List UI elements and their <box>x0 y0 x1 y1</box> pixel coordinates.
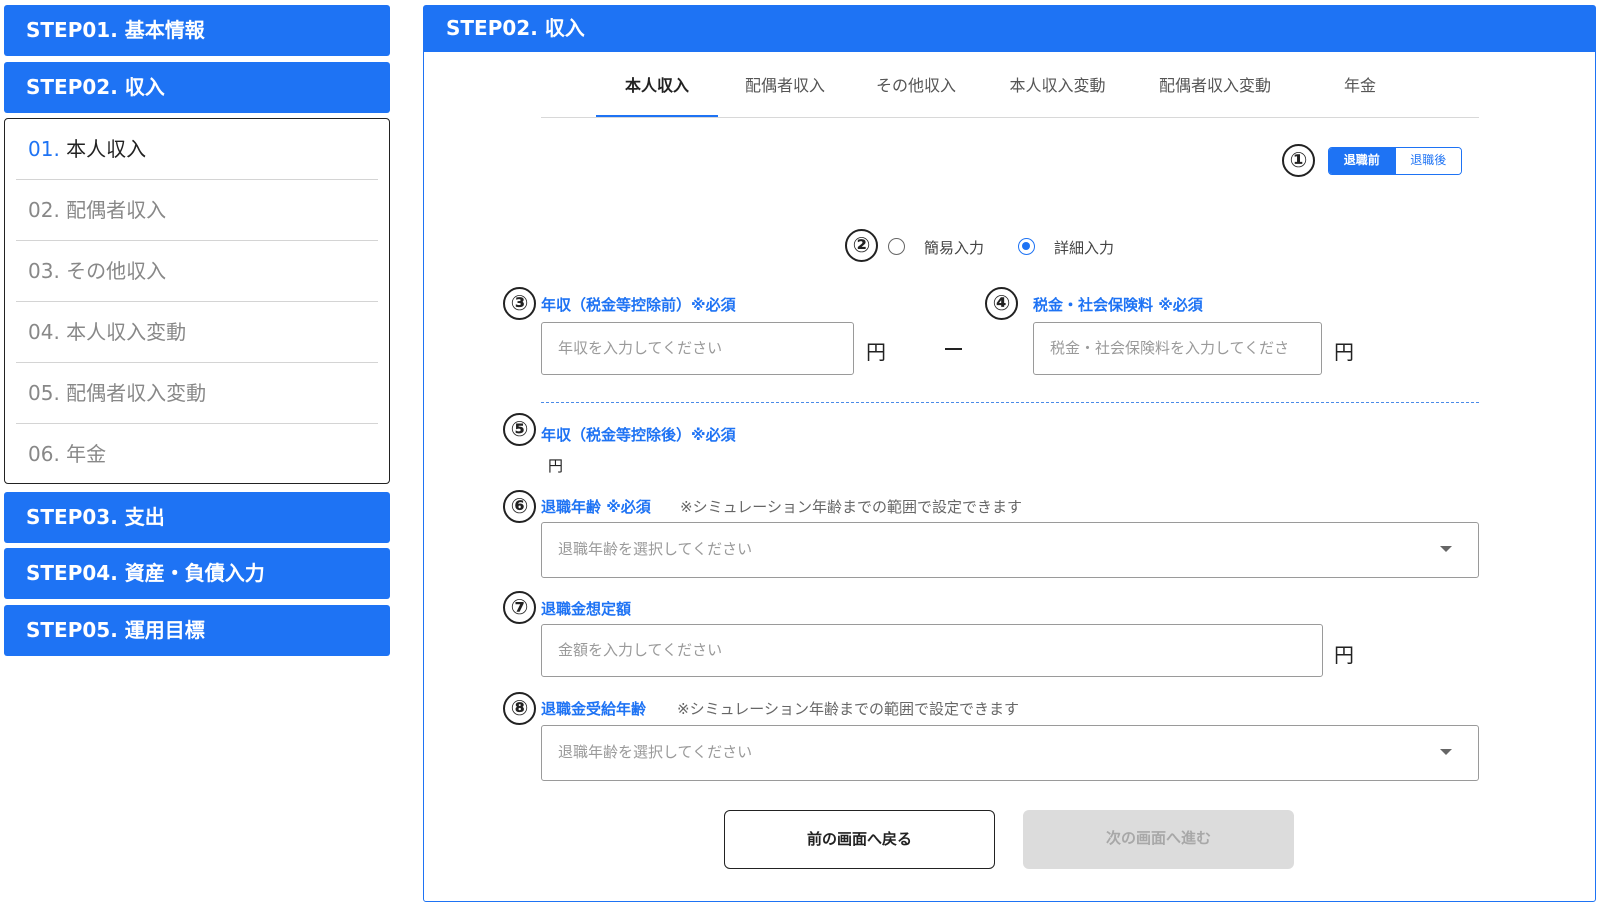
submenu-item-number: 01. <box>28 137 60 161</box>
marker-1: ① <box>1282 144 1315 177</box>
step04-button[interactable]: STEP04. 資産・負債入力 <box>4 548 390 599</box>
retire-age-note: ※シミュレーション年齢までの範囲で設定できます <box>680 498 1022 516</box>
after-retirement-toggle[interactable]: 退職後 <box>1394 148 1461 174</box>
section-divider <box>541 402 1479 403</box>
submenu-item-number: 06. <box>28 442 60 466</box>
submenu-item-number: 05. <box>28 381 60 405</box>
submenu-item-number: 02. <box>28 198 60 222</box>
retire-age-select[interactable]: 退職年齢を選択してください <box>541 522 1479 578</box>
annual-income-input[interactable]: 年収を入力してください <box>541 322 854 375</box>
step05-button[interactable]: STEP05. 運用目標 <box>4 605 390 656</box>
retire-age-placeholder: 退職年齢を選択してください <box>558 540 753 558</box>
marker-2: ② <box>845 229 878 262</box>
retire-pay-age-select[interactable]: 退職年齢を選択してください <box>541 725 1479 781</box>
submenu-item-haigusha-hendo[interactable]: 05. 配偶者収入変動 <box>16 363 378 424</box>
retire-pay-age-label: 退職金受給年齢 <box>541 700 647 718</box>
net-income-unit: 円 <box>548 457 564 475</box>
tab-sonota[interactable]: その他収入 <box>866 75 966 117</box>
net-income-label: 年収（税金等控除後）※必須 <box>541 426 736 444</box>
tab-haigusha[interactable]: 配偶者収入 <box>730 75 840 117</box>
retire-pay-unit: 円 <box>1334 643 1354 667</box>
annual-income-unit: 円 <box>866 340 886 364</box>
annual-income-label: 年収（税金等控除前）※必須 <box>541 296 736 314</box>
tab-haigusha-hendo[interactable]: 配偶者収入変動 <box>1145 75 1285 117</box>
step02-submenu: 01. 本人収入 02. 配偶者収入 03. その他収入 04. 本人収入変動 … <box>4 118 390 484</box>
marker-8: ⑧ <box>503 692 536 725</box>
back-button[interactable]: 前の画面へ戻る <box>724 810 995 869</box>
step02-button[interactable]: STEP02. 収入 <box>4 62 390 113</box>
tax-unit: 円 <box>1334 340 1354 364</box>
detail-input-label: 詳細入力 <box>1054 239 1115 257</box>
submenu-item-number: 03. <box>28 259 60 283</box>
simple-input-radio[interactable] <box>888 238 905 255</box>
step01-button[interactable]: STEP01. 基本情報 <box>4 5 390 56</box>
retire-pay-input[interactable]: 金額を入力してください <box>541 624 1323 677</box>
marker-6: ⑥ <box>503 490 536 523</box>
chevron-down-icon <box>1440 546 1452 552</box>
submenu-item-label: 本人収入 <box>66 137 147 161</box>
simple-input-label: 簡易入力 <box>924 239 985 257</box>
before-retirement-toggle[interactable]: 退職前 <box>1329 148 1395 174</box>
tab-nenkin[interactable]: 年金 <box>1335 75 1385 117</box>
submenu-item-honnin-hendo[interactable]: 04. 本人収入変動 <box>16 302 378 363</box>
marker-5: ⑤ <box>503 413 536 446</box>
submenu-item-label: その他収入 <box>66 259 167 283</box>
submenu-item-number: 04. <box>28 320 60 344</box>
tab-honnin[interactable]: 本人収入 <box>596 75 718 117</box>
submenu-item-nenkin[interactable]: 06. 年金 <box>16 424 378 485</box>
retire-pay-age-placeholder: 退職年齢を選択してください <box>558 743 753 761</box>
detail-input-radio[interactable] <box>1018 238 1035 255</box>
submenu-item-honnin[interactable]: 01. 本人収入 <box>16 119 378 180</box>
retire-age-label: 退職年齢 ※必須 <box>541 498 651 516</box>
submenu-item-label: 配偶者収入 <box>66 198 167 222</box>
submenu-item-haigusha[interactable]: 02. 配偶者収入 <box>16 180 378 241</box>
submenu-item-sonota[interactable]: 03. その他収入 <box>16 241 378 302</box>
submenu-item-label: 本人収入変動 <box>66 320 187 344</box>
tabs-divider <box>541 117 1479 118</box>
tab-honnin-hendo[interactable]: 本人収入変動 <box>995 75 1120 117</box>
marker-7: ⑦ <box>503 591 536 624</box>
minus-sign <box>945 348 962 350</box>
chevron-down-icon <box>1440 749 1452 755</box>
submenu-item-label: 年金 <box>66 442 107 466</box>
submenu-item-label: 配偶者収入変動 <box>66 381 207 405</box>
marker-3: ③ <box>503 287 536 320</box>
retirement-toggle: 退職前 退職後 <box>1328 147 1462 175</box>
next-button: 次の画面へ進む <box>1023 810 1294 869</box>
tax-label: 税金・社会保険料 ※必須 <box>1033 296 1203 314</box>
step03-button[interactable]: STEP03. 支出 <box>4 492 390 543</box>
marker-4: ④ <box>985 287 1018 320</box>
tax-input[interactable]: 税金・社会保険料を入力してくださ <box>1033 322 1322 375</box>
retire-pay-label: 退職金想定額 <box>541 600 632 618</box>
retire-pay-age-note: ※シミュレーション年齢までの範囲で設定できます <box>677 700 1019 718</box>
panel-title: STEP02. 収入 <box>424 6 1595 52</box>
